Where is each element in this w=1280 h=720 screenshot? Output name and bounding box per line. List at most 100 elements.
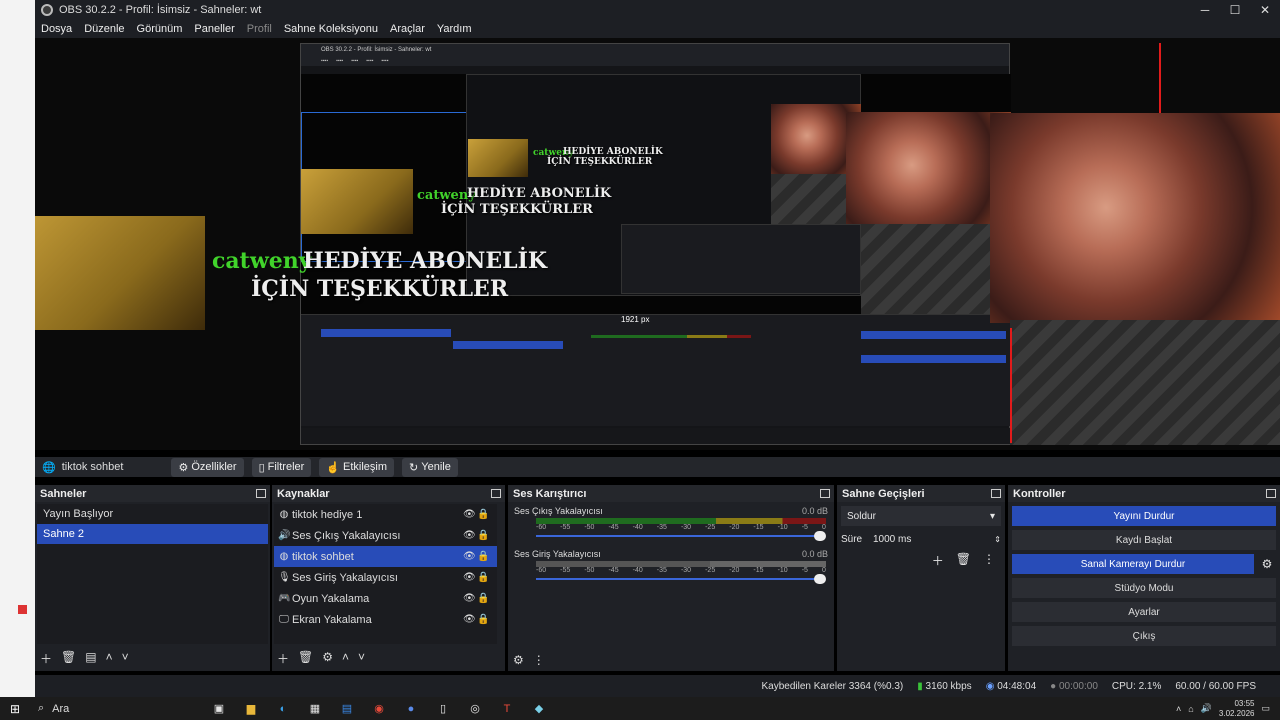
globe-icon: 🌐 [42, 461, 56, 474]
volume-icon[interactable]: 🔊 [1201, 703, 1212, 714]
arrow-down-icon[interactable]: ˅ [122, 650, 129, 667]
source-item[interactable]: 🔊 Ses Çıkış Yakalayıcısı 👁 🔒 [274, 525, 497, 546]
slider-knob[interactable] [814, 531, 826, 541]
source-item[interactable]: 🖵 Ekran Yakalama 👁 🔒 [274, 609, 497, 630]
arrow-down-icon[interactable]: ˅ [358, 650, 365, 667]
source-item[interactable]: 🎮 Oyun Yakalama 👁 🔒 [274, 588, 497, 609]
properties-button[interactable]: ⚙ Özellikler [171, 457, 244, 477]
more-icon[interactable]: ⋮ [983, 552, 995, 569]
undock-icon[interactable] [820, 489, 830, 498]
notepad-icon[interactable]: ▯ [434, 701, 452, 717]
gear-icon[interactable]: ⚙ [322, 650, 333, 667]
stop-virtual-cam-button[interactable]: Sanal Kamerayı Durdur [1012, 554, 1254, 574]
settings-button[interactable]: Ayarlar [1012, 602, 1276, 622]
obs-icon[interactable]: ◎ [466, 701, 484, 717]
menu-edit[interactable]: Düzenle [84, 23, 124, 35]
close-button[interactable]: ✕ [1250, 3, 1280, 17]
undock-icon[interactable] [991, 489, 1001, 498]
stop-stream-button[interactable]: Yayını Durdur [1012, 506, 1276, 526]
menu-docks[interactable]: Paneller [194, 23, 234, 35]
add-icon[interactable]: ＋ [932, 552, 944, 569]
source-item[interactable]: 🎙 Ses Giriş Yakalayıcısı 👁 🔒 [274, 567, 497, 588]
scene-item[interactable]: Yayın Başlıyor [37, 504, 268, 524]
nested-menu: ▪▪▪▪ ▪▪▪▪ ▪▪▪▪ ▪▪▪▪ ▪▪▪▪ [301, 56, 1009, 66]
minimize-button[interactable]: ─ [1190, 3, 1220, 17]
filter-icon[interactable]: ▤ [85, 650, 96, 667]
source-item-selected[interactable]: ◍ tiktok sohbet 👁 🔒 [274, 546, 497, 567]
source-item[interactable]: ◍ tiktok hediye 1 👁 🔒 [274, 504, 497, 525]
eye-icon[interactable]: 👁 [463, 572, 477, 583]
lock-icon[interactable]: 🔒 [477, 572, 497, 583]
background-stripes [1010, 320, 1280, 445]
taskbar-search[interactable]: ⌕ Ara [30, 702, 170, 715]
task-view-icon[interactable]: ▣ [210, 701, 228, 717]
arrow-up-icon[interactable]: ˄ [106, 650, 113, 667]
filters-button[interactable]: ▯ Filtreler [251, 457, 312, 477]
eye-icon[interactable]: 👁 [463, 614, 477, 625]
sources-list: ◍ tiktok hediye 1 👁 🔒 🔊 Ses Çıkış Yakalayıcı… [274, 504, 497, 644]
arrow-up-icon[interactable]: ˄ [342, 650, 349, 667]
nested-screen-capture: OBS 30.2.2 - Profil: İsimsiz - Sahneler:… [300, 43, 1011, 445]
notification-icon[interactable]: ▭ [1261, 703, 1270, 714]
file-explorer-icon[interactable]: ▆ [242, 701, 260, 717]
more-icon[interactable]: ⋮ [533, 653, 545, 667]
refresh-button[interactable]: ↻ Yenile [402, 457, 458, 477]
preview-canvas[interactable]: OBS 30.2.2 - Profil: İsimsiz - Sahneler:… [35, 38, 1280, 450]
add-icon[interactable]: ＋ [40, 650, 52, 667]
eye-icon[interactable]: 👁 [463, 530, 477, 541]
menu-view[interactable]: Görünüm [137, 23, 183, 35]
nested-ctrl-2 [861, 355, 1006, 363]
trash-icon[interactable]: 🗑 [298, 650, 313, 667]
lock-icon[interactable]: 🔒 [477, 509, 497, 520]
transition-select[interactable]: Soldur ▾ [841, 506, 1001, 526]
interact-button[interactable]: ☝ Etkileşim [319, 457, 395, 477]
undock-icon[interactable] [491, 489, 501, 498]
app-icon[interactable]: ▦ [306, 701, 324, 717]
gear-icon[interactable]: ⚙ [513, 653, 524, 667]
network-icon[interactable]: ⌂ [1188, 704, 1193, 714]
volume-slider[interactable] [536, 574, 826, 584]
volume-slider[interactable] [536, 531, 826, 541]
store-icon[interactable]: ▤ [338, 701, 356, 717]
undock-icon[interactable] [256, 489, 266, 498]
browser-icon[interactable]: ● [402, 701, 420, 717]
eye-icon[interactable]: 👁 [463, 551, 477, 562]
tiktok-icon[interactable]: T [498, 701, 516, 717]
chevron-up-icon[interactable]: ˄ [1176, 704, 1181, 714]
menu-file[interactable]: Dosya [41, 23, 72, 35]
sources-dock: Kaynaklar ◍ tiktok hediye 1 👁 🔒 🔊 Ses Çıkış … [272, 485, 505, 671]
lock-icon[interactable]: 🔒 [477, 593, 497, 604]
slider-knob[interactable] [814, 574, 826, 584]
add-icon[interactable]: ＋ [277, 650, 289, 667]
menu-scene-collection[interactable]: Sahne Koleksiyonu [284, 23, 378, 35]
menu-tools[interactable]: Araçlar [390, 23, 425, 35]
nested-docks: 1921 px [301, 314, 1011, 426]
studio-mode-button[interactable]: Stüdyo Modu [1012, 578, 1276, 598]
chrome-icon[interactable]: ◉ [370, 701, 388, 717]
trash-icon[interactable]: 🗑 [956, 552, 971, 569]
lock-icon[interactable]: 🔒 [477, 530, 497, 541]
edge-icon[interactable]: ◐ [274, 701, 292, 717]
menu-profile[interactable]: Profil [247, 23, 272, 35]
gear-icon[interactable]: ⚙ [1254, 557, 1280, 571]
clock[interactable]: 03:55 3.02.2026 [1219, 699, 1255, 719]
filters-label: Filtreler [267, 461, 305, 473]
duration-input[interactable]: 1000 ms [867, 534, 994, 545]
menu-help[interactable]: Yardım [437, 23, 472, 35]
eye-icon[interactable]: 👁 [463, 509, 477, 520]
trash-icon[interactable]: 🗑 [61, 650, 76, 667]
app-icon-2[interactable]: ◆ [530, 701, 548, 717]
windows-start-icon[interactable]: ⊞ [0, 702, 30, 716]
undock-icon[interactable] [1266, 489, 1276, 498]
eye-icon[interactable]: 👁 [463, 593, 477, 604]
source-label: tiktok sohbet [292, 550, 354, 563]
scene-item-selected[interactable]: Sahne 2 [37, 524, 268, 544]
maximize-button[interactable]: ☐ [1220, 3, 1250, 17]
spinner-icon[interactable]: ⇕ [994, 535, 1001, 544]
exit-button[interactable]: Çıkış [1012, 626, 1276, 646]
lock-icon[interactable]: 🔒 [477, 614, 497, 625]
nested-photo-2 [468, 139, 528, 177]
nested-stripes [861, 224, 1011, 324]
start-recording-button[interactable]: Kaydı Başlat [1012, 530, 1276, 550]
lock-icon[interactable]: 🔒 [477, 551, 497, 562]
